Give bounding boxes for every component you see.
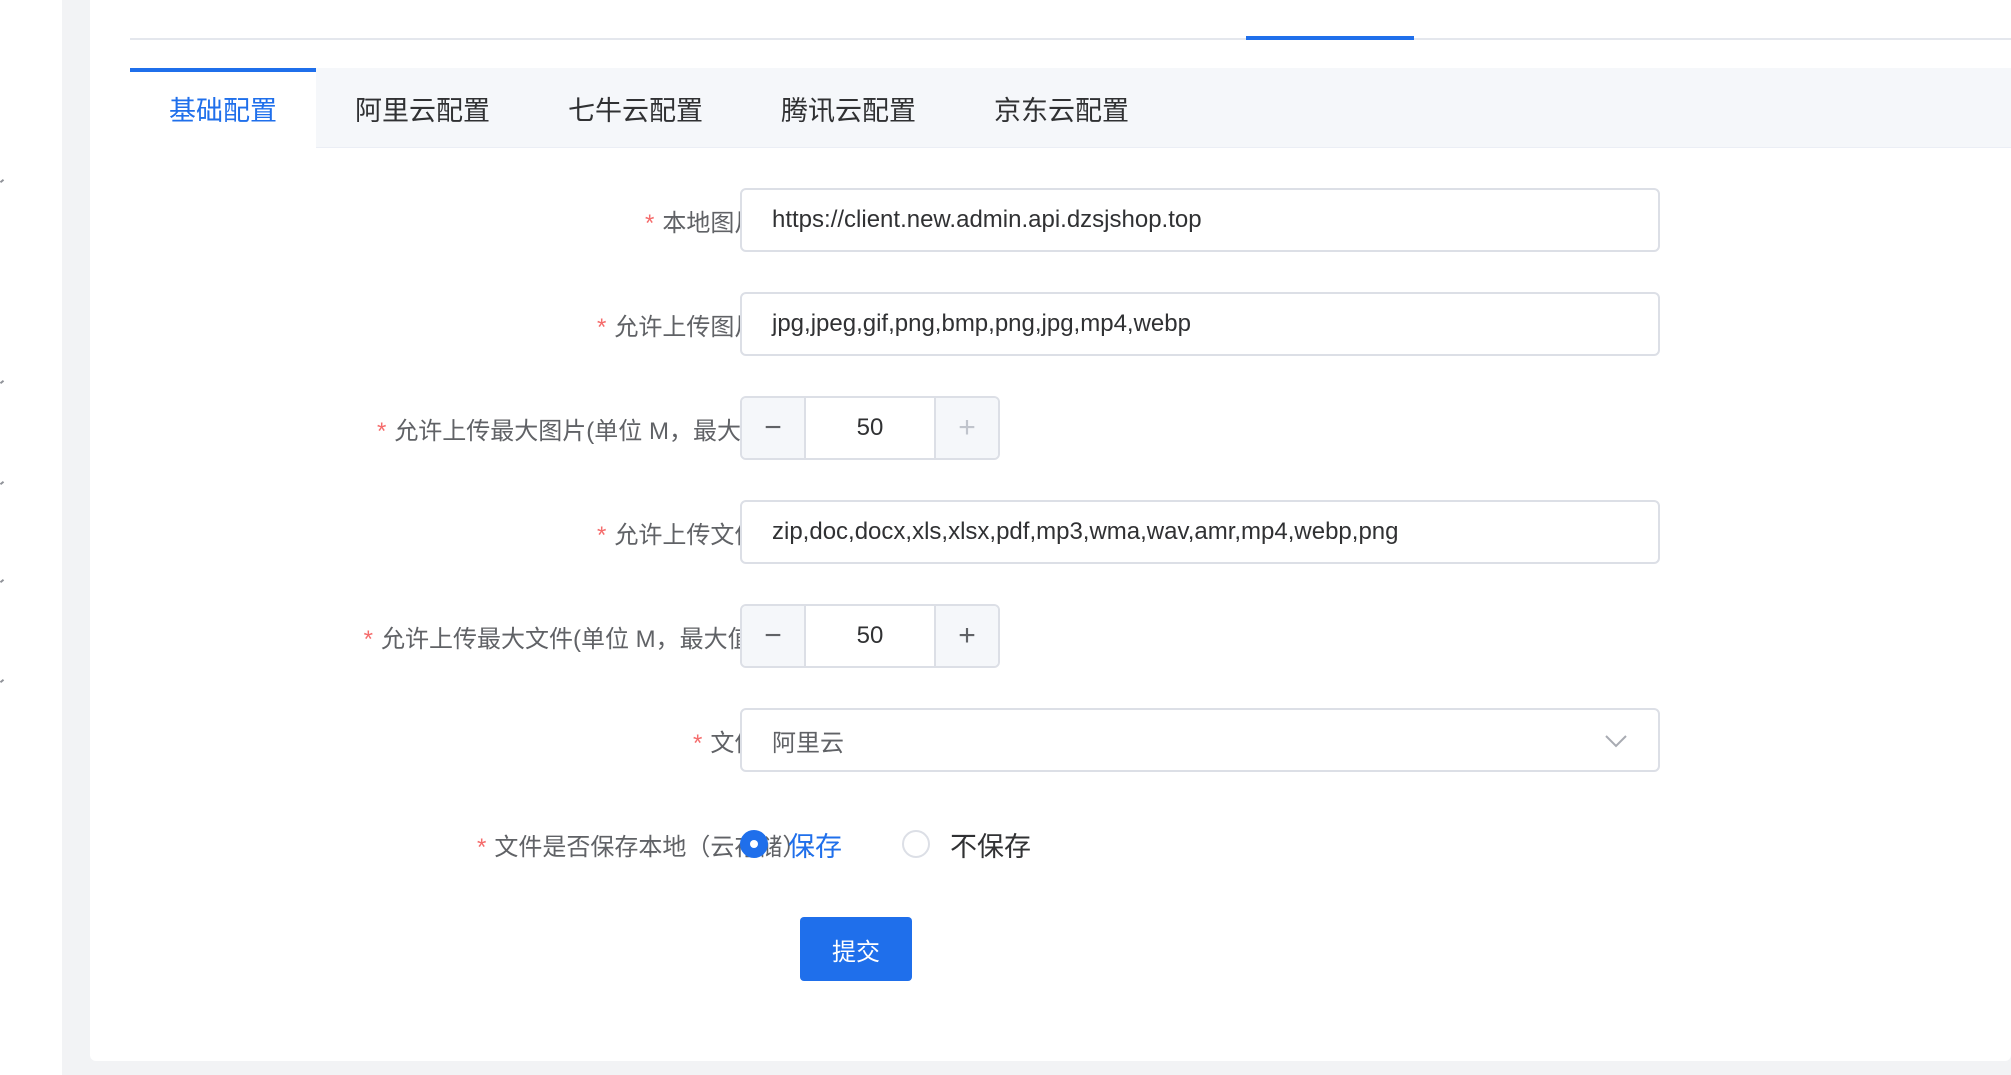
radio-save[interactable]: 保存 [740,825,842,864]
left-sidebar-edge [0,0,62,1075]
sidebar-tick [0,578,5,584]
file-max-value[interactable]: 50 [806,606,934,666]
decrement-button[interactable]: − [742,606,806,666]
required-mark: * [596,521,607,549]
file-max-stepper: − 50 + [740,604,1000,668]
radio-no-save-label: 不保存 [950,831,1031,862]
form-row-save-local: * 文件是否保存本地（云存储）: 保存 不保存 [90,812,2011,876]
chevron-down-icon [1604,726,1628,754]
domain-input[interactable]: https://client.new.admin.api.dzsjshop.to… [740,188,1660,252]
file-ext-input[interactable]: zip,doc,docx,xls,xlsx,pdf,mp3,wma,wav,am… [740,500,1660,564]
required-mark: * [596,313,607,341]
form-row-file-max: * 允许上传最大文件(单位 M，最大值500 ): − 50 + [90,604,2011,668]
required-mark: * [376,417,387,445]
required-mark: * [476,833,487,861]
settings-card: 基础配置 阿里云配置 七牛云配置 腾讯云配置 京东云配置 * 本地图片域名: ht… [90,0,2011,1061]
increment-button[interactable]: + [934,606,998,666]
tab-aliyun-config[interactable]: 阿里云配置 [316,68,529,148]
required-mark: * [692,729,703,757]
form-row-storage: *文件存储: 阿里云 [90,708,2011,772]
form-row-image-ext: * 允许上传图片后缀: jpg,jpeg,gif,png,bmp,png,jpg,… [90,292,2011,356]
radio-no-save[interactable]: 不保存 [902,825,1031,864]
tab-tencent-config[interactable]: 腾讯云配置 [742,68,955,148]
sidebar-tick [0,379,5,385]
sidebar-tick [0,678,5,684]
radio-save-label: 保存 [788,831,842,862]
image-max-stepper: − 50 + [740,396,1000,460]
image-max-value[interactable]: 50 [806,398,934,458]
tab-basic-config[interactable]: 基础配置 [130,68,316,148]
config-tabs: 基础配置 阿里云配置 七牛云配置 腾讯云配置 京东云配置 [130,68,2011,148]
storage-select[interactable]: 阿里云 [740,708,1660,772]
form-row-domain: * 本地图片域名: https://client.new.admin.api.dz… [90,188,2011,252]
form-row-file-ext: * 允许上传文件后缀: zip,doc,docx,xls,xlsx,pdf,mp3… [90,500,2011,564]
radio-checked-icon [740,830,768,858]
storage-selected-value: 阿里云 [772,728,844,757]
top-active-indicator [1246,36,1414,40]
submit-button[interactable]: 提交 [800,917,912,981]
top-divider [130,38,2011,40]
tab-qiniu-config[interactable]: 七牛云配置 [529,68,742,148]
image-ext-input[interactable]: jpg,jpeg,gif,png,bmp,png,jpg,mp4,webp [740,292,1660,356]
form-row-image-max: * 允许上传最大图片(单位 M，最大值50 ): − 50 + [90,396,2011,460]
sidebar-tick [0,178,5,184]
sidebar-tick [0,480,5,486]
radio-unchecked-icon [902,830,930,858]
tab-jd-config[interactable]: 京东云配置 [955,68,1168,148]
save-local-radio-group: 保存 不保存 [740,812,1091,876]
increment-button[interactable]: + [934,398,998,458]
required-mark: * [644,209,655,237]
decrement-button[interactable]: − [742,398,806,458]
required-mark: * [363,625,373,653]
